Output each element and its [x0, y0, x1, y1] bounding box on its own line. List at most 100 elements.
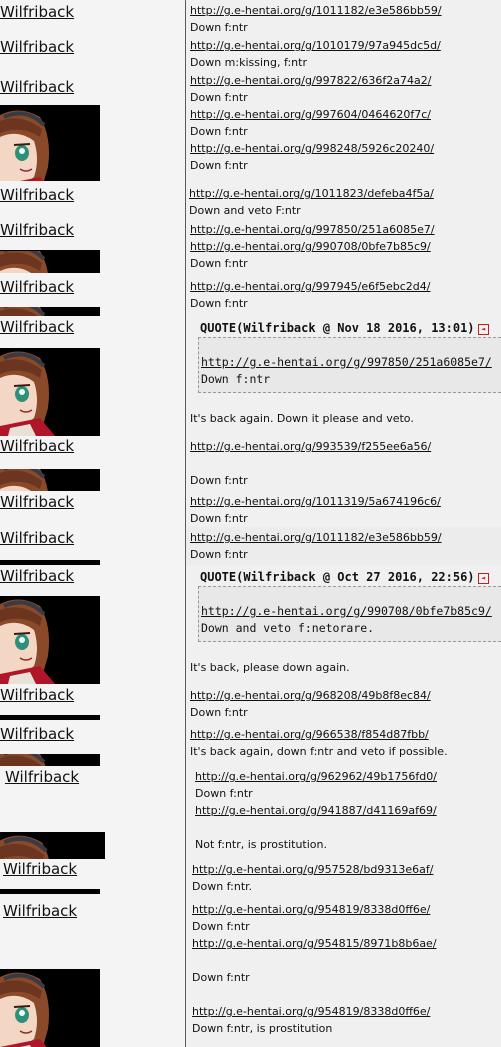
avatar-art — [0, 251, 100, 273]
gallery-link[interactable]: http://g.e-hentai.org/g/962962/49b1756fd… — [195, 768, 501, 785]
avatar — [0, 969, 100, 1047]
post-text: It's back again. Down it please and veto… — [190, 412, 414, 425]
quote-header: QUOTE(Wilfriback @ Nov 18 2016, 13:01) ◄ — [200, 320, 501, 337]
gallery-link[interactable]: http://g.e-hentai.org/g/954819/8338d0ff6… — [192, 901, 501, 918]
gallery-link[interactable]: http://g.e-hentai.org/g/993539/f255ee6a5… — [190, 438, 501, 455]
quote-text: Down f:ntr — [201, 372, 271, 386]
avatar-art — [0, 469, 100, 491]
avatar-edge — [0, 715, 100, 720]
avatar — [0, 348, 100, 436]
author-name-link[interactable]: Wilfriback — [0, 567, 74, 585]
gallery-link[interactable]: http://g.e-hentai.org/g/954819/8338d0ff6… — [192, 1003, 501, 1020]
post-text: Down f:ntr — [190, 91, 248, 104]
quote-link[interactable]: http://g.e-hentai.org/g/997850/251a6085e… — [201, 354, 501, 371]
avatar — [0, 107, 100, 181]
author-name-link[interactable]: Wilfriback — [0, 529, 74, 547]
post-text: Down f:ntr — [190, 548, 248, 561]
post-text: Down f:ntr. — [192, 880, 253, 893]
forum-post: Wilfriback http://g.e-hentai.org/g/957528… — [0, 859, 501, 899]
avatar — [0, 754, 100, 766]
post-text: Down f:ntr — [190, 257, 248, 270]
post-text — [190, 455, 501, 472]
column-divider — [185, 685, 186, 724]
author-name-link[interactable]: Wilfriback — [0, 3, 74, 21]
author-name-link[interactable]: Wilfriback — [0, 278, 74, 296]
post-text: Down f:ntr — [190, 21, 248, 34]
gallery-link[interactable]: http://g.e-hentai.org/g/1011319/5a674196… — [190, 493, 501, 510]
post-body: http://g.e-hentai.org/g/1010179/97a945dc… — [190, 37, 501, 70]
gallery-link[interactable]: http://g.e-hentai.org/g/1011182/e3e586bb… — [190, 529, 501, 546]
forum-post: Wilfriback http://g.e-hentai.org/g/96296… — [0, 766, 501, 859]
gallery-link[interactable]: http://g.e-hentai.org/g/957528/bd9313e6a… — [192, 861, 501, 878]
gallery-link[interactable]: http://g.e-hentai.org/g/941887/d41169af6… — [195, 802, 501, 819]
quote-text: Down and veto f:netorare. — [201, 621, 375, 635]
post-body: QUOTE(Wilfriback @ Oct 27 2016, 22:56) ◄ h… — [190, 569, 501, 676]
post-body: http://g.e-hentai.org/g/1011823/defeba4f… — [189, 185, 501, 219]
post-body: http://g.e-hentai.org/g/966538/f854d87fb… — [190, 726, 501, 760]
post-body: http://g.e-hentai.org/g/997822/636f2a74a… — [190, 72, 501, 174]
author-name-link[interactable]: Wilfriback — [3, 902, 77, 920]
post-text: Down f:ntr — [190, 125, 248, 138]
column-divider — [185, 70, 186, 183]
post-text: Down f:ntr — [190, 159, 248, 172]
post-text: Down and veto F:ntr — [189, 204, 301, 217]
gallery-link[interactable]: http://g.e-hentai.org/g/1011182/e3e586bb… — [190, 2, 501, 19]
author-name-link[interactable]: Wilfriback — [0, 221, 74, 239]
author-name-link[interactable]: Wilfriback — [0, 493, 74, 511]
forum-post: Wilfriback http://g.e-hentai.org/g/99794… — [0, 276, 501, 316]
forum-post: Wilfriback http://g.e-hentai.org/g/99785… — [0, 219, 501, 276]
avatar-art — [0, 307, 100, 316]
avatar — [0, 469, 100, 491]
post-text — [195, 819, 501, 836]
author-name-link[interactable]: Wilfriback — [0, 318, 74, 336]
gallery-link[interactable]: http://g.e-hentai.org/g/954815/8971b8b6a… — [192, 935, 501, 952]
avatar — [0, 251, 100, 273]
gallery-link[interactable]: http://g.e-hentai.org/g/1010179/97a945dc… — [190, 37, 501, 54]
post-text: It's back again, down f:ntr and veto if … — [190, 745, 448, 758]
gallery-link[interactable]: http://g.e-hentai.org/g/997850/251a6085e… — [190, 221, 501, 238]
author-name-link[interactable]: Wilfriback — [0, 38, 74, 56]
quote-jump-icon[interactable]: ◄ — [477, 573, 489, 584]
author-name-link[interactable]: Wilfriback — [0, 725, 74, 743]
post-text — [192, 952, 501, 969]
post-body: http://g.e-hentai.org/g/1011182/e3e586bb… — [190, 529, 501, 563]
quote-link[interactable]: http://g.e-hentai.org/g/990708/0bfe7b85c… — [201, 603, 501, 620]
author-name-link[interactable]: Wilfriback — [3, 860, 77, 878]
post-body: http://g.e-hentai.org/g/968208/49b8f8ec8… — [190, 687, 501, 721]
gallery-link[interactable]: http://g.e-hentai.org/g/997945/e6f5ebc2d… — [190, 278, 501, 295]
forum-post: Wilfriback http://g.e-hentai.org/g/95481… — [0, 899, 501, 1047]
column-divider — [185, 35, 186, 70]
avatar-art — [0, 832, 105, 859]
post-text: Down f:ntr — [195, 787, 253, 800]
column-divider — [185, 565, 186, 685]
gallery-link[interactable]: http://g.e-hentai.org/g/997604/0464620f7… — [190, 106, 501, 123]
post-body: http://g.e-hentai.org/g/1011182/e3e586bb… — [190, 2, 501, 35]
gallery-link[interactable]: http://g.e-hentai.org/g/997822/636f2a74a… — [190, 72, 501, 89]
gallery-link[interactable]: http://g.e-hentai.org/g/990708/0bfe7b85c… — [190, 238, 501, 255]
post-body: http://g.e-hentai.org/g/954819/8338d0ff6… — [192, 901, 501, 1037]
avatar-art — [0, 754, 100, 766]
author-name-link[interactable]: Wilfriback — [5, 768, 79, 786]
forum-post: Wilfriback http://g.e-hentai.org/g/101017… — [0, 35, 501, 70]
author-name-link[interactable]: Wilfriback — [0, 186, 74, 204]
post-body: QUOTE(Wilfriback @ Nov 18 2016, 13:01) ◄ h… — [190, 320, 501, 427]
forum-post: Wilfriback http://g.e-hentai.org/g/101131… — [0, 491, 501, 527]
avatar-art — [0, 969, 100, 1047]
forum-post: Wilfriback http://g.e-hentai.org/g/101182… — [0, 183, 501, 219]
column-divider — [185, 316, 186, 436]
gallery-link[interactable]: http://g.e-hentai.org/g/998248/5926c2024… — [190, 140, 501, 157]
author-name-link[interactable]: Wilfriback — [0, 686, 74, 704]
quote-header: QUOTE(Wilfriback @ Oct 27 2016, 22:56) ◄ — [200, 569, 501, 586]
gallery-link[interactable]: http://g.e-hentai.org/g/968208/49b8f8ec8… — [190, 687, 501, 704]
post-text: It's back, please down again. — [190, 661, 350, 674]
author-name-link[interactable]: Wilfriback — [0, 78, 74, 96]
gallery-link[interactable]: http://g.e-hentai.org/g/1011823/defeba4f… — [189, 185, 501, 202]
forum-post: Wilfriback http://g.e-hentai.org/g/96653… — [0, 724, 501, 766]
column-divider — [185, 859, 186, 899]
quote-jump-icon[interactable]: ◄ — [477, 324, 489, 335]
gallery-link[interactable]: http://g.e-hentai.org/g/966538/f854d87fb… — [190, 726, 501, 743]
avatar — [0, 832, 105, 859]
column-divider — [185, 724, 186, 766]
post-body: http://g.e-hentai.org/g/962962/49b1756fd… — [195, 768, 501, 853]
author-name-link[interactable]: Wilfriback — [0, 437, 74, 455]
